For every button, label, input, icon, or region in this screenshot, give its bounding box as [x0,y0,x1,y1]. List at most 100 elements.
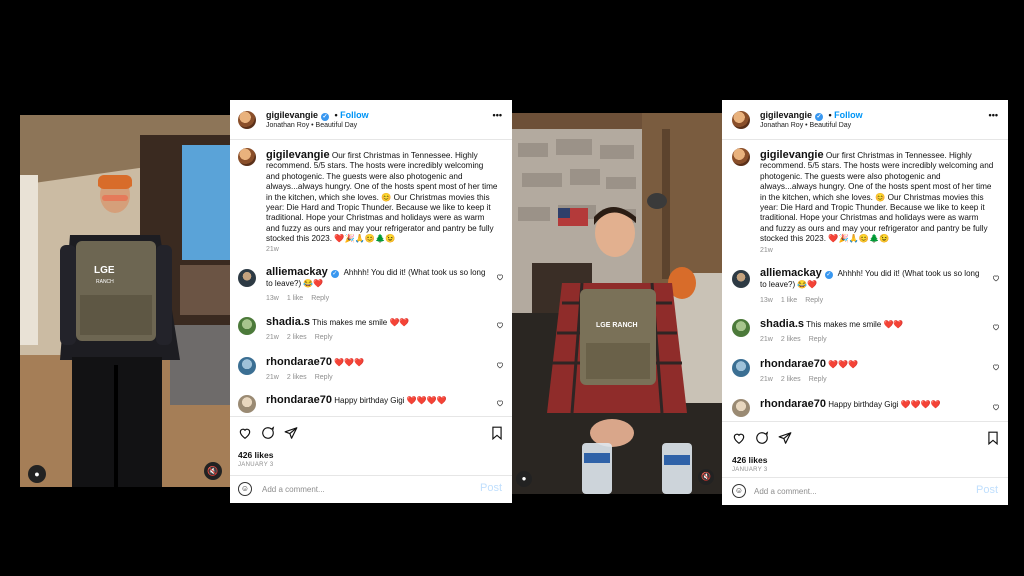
like-count[interactable]: 426 likes [238,450,273,460]
comment-icon[interactable] [261,426,275,440]
comment-likes[interactable]: 1 like [287,295,303,302]
comment-like-icon[interactable] [496,361,504,369]
comment-time: 21w [760,336,773,343]
caption-username[interactable]: gigilevangie [266,149,330,161]
caption-text: Our first Christmas in Tennessee. Highly… [266,151,498,244]
comment-meta: 21w 2 likes Reply [760,336,835,343]
caption-avatar[interactable] [732,148,750,166]
author-avatar[interactable] [238,111,256,129]
comment-username[interactable]: alliemackay [760,267,822,279]
comment-time: 13w [760,297,773,304]
comment-like-icon[interactable] [992,274,1000,282]
emoji-icon[interactable]: ☺ [732,484,746,498]
comment-text: Happy birthday Gigi ❤️❤️❤️❤️ [828,400,941,409]
commenter-avatar[interactable] [238,269,256,287]
comment-likes[interactable]: 1 like [781,297,797,304]
comment-icon[interactable] [755,431,769,445]
comment-likes[interactable]: 2 likes [781,376,801,383]
comment-like-icon[interactable] [496,321,504,329]
reply-button[interactable]: Reply [315,334,333,341]
share-icon[interactable] [284,426,298,440]
author-username[interactable]: gigilevangie [760,110,812,120]
post-panel-2: gigilevangie ✓ • Follow Jonathan Roy • Be… [722,100,1008,505]
comment-like-icon[interactable] [992,323,1000,331]
comment-meta: 21w 2 likes Reply [266,334,341,341]
more-options-icon[interactable]: ••• [493,110,502,120]
comment-likes[interactable]: 2 likes [287,374,307,381]
user-tag-icon[interactable]: ● [516,471,532,487]
commenter-avatar[interactable] [238,357,256,375]
comment-username[interactable]: rhondarae70 [760,398,826,410]
comment-like-icon[interactable] [992,363,1000,371]
follow-button[interactable]: Follow [834,110,863,120]
verified-icon: ✓ [330,270,339,278]
comment-like-icon[interactable] [496,273,504,281]
comment-body: rhondarae70 Happy birthday Gigi ❤️❤️❤️❤️ [266,395,486,406]
commenter-avatar[interactable] [732,399,750,417]
post-location[interactable]: Jonathan Roy • Beautiful Day [760,122,851,129]
add-comment-row: ☺ Add a comment... Post [722,477,1008,505]
comment-like-icon[interactable] [992,403,1000,411]
mute-icon[interactable]: 🔇 [698,469,714,485]
author-name-row: gigilevangie ✓ • Follow [760,110,863,121]
comment-meta: 13w 1 like Reply [760,297,831,304]
comment-item: rhondarae70 ❤️❤️❤️ 21w 2 likes Reply [722,359,1008,399]
comment-time: 21w [760,376,773,383]
save-icon[interactable] [490,426,504,440]
commenter-avatar[interactable] [732,319,750,337]
reply-button[interactable]: Reply [809,336,827,343]
save-icon[interactable] [986,431,1000,445]
post-photo-2[interactable]: LGE RANCH ● 🔇 [512,113,722,494]
post-photo-1[interactable]: LGE RANCH ● 🔇 [20,115,230,487]
commenter-avatar[interactable] [238,317,256,335]
reply-button[interactable]: Reply [315,374,333,381]
post-comment-button[interactable]: Post [976,484,998,496]
post-actions: 426 likes JANUARY 3 ☺ Add a comment... P… [230,416,512,503]
commenter-avatar[interactable] [732,270,750,288]
comment-like-icon[interactable] [496,399,504,407]
comment-username[interactable]: rhondarae70 [266,394,332,406]
emoji-icon[interactable]: ☺ [238,482,252,496]
share-icon[interactable] [778,431,792,445]
user-tag-icon[interactable]: ● [28,465,46,483]
verified-icon: ✓ [321,113,330,121]
comment-likes[interactable]: 2 likes [781,336,801,343]
comment-username[interactable]: rhondarae70 [760,358,826,370]
like-icon[interactable] [238,426,252,440]
caption-time: 21w [760,247,773,254]
vest-patch-text: LGE [94,265,115,276]
add-comment-input[interactable]: Add a comment... [754,487,817,496]
comment-username[interactable]: rhondarae70 [266,356,332,368]
comment-body: rhondarae70 ❤️❤️❤️ [266,357,486,368]
like-count[interactable]: 426 likes [732,455,767,465]
reply-button[interactable]: Reply [809,376,827,383]
post-location[interactable]: Jonathan Roy • Beautiful Day [266,122,357,129]
more-options-icon[interactable]: ••• [989,110,998,120]
commenter-avatar[interactable] [732,359,750,377]
photo-man-in-vest: LGE RANCH [20,115,230,487]
caption-avatar[interactable] [238,148,256,166]
reply-button[interactable]: Reply [805,297,823,304]
comment-meta: 21w 2 likes Reply [266,374,341,381]
comment-body: shadia.s This makes me smile ❤️❤️ [266,317,486,328]
comment-item: shadia.s This makes me smile ❤️❤️ 21w 2 l… [722,319,1008,359]
commenter-avatar[interactable] [238,395,256,413]
post-date: JANUARY 3 [238,462,274,468]
comment-username[interactable]: shadia.s [760,318,804,330]
comment-username[interactable]: alliemackay [266,266,328,278]
like-icon[interactable] [732,431,746,445]
follow-button[interactable]: Follow [340,110,369,120]
comment-time: 13w [266,295,279,302]
author-avatar[interactable] [732,111,750,129]
author-username[interactable]: gigilevangie [266,110,318,120]
author-name-row: gigilevangie ✓ • Follow [266,110,369,121]
post-header: gigilevangie ✓ • Follow Jonathan Roy • Be… [722,100,1008,140]
comment-username[interactable]: shadia.s [266,316,310,328]
mute-icon[interactable]: 🔇 [204,462,222,480]
post-comment-button[interactable]: Post [480,482,502,494]
reply-button[interactable]: Reply [311,295,329,302]
post-panel-1: gigilevangie ✓ • Follow Jonathan Roy • Be… [230,100,512,503]
caption-username[interactable]: gigilevangie [760,149,824,161]
comment-likes[interactable]: 2 likes [287,334,307,341]
add-comment-input[interactable]: Add a comment... [262,485,325,494]
